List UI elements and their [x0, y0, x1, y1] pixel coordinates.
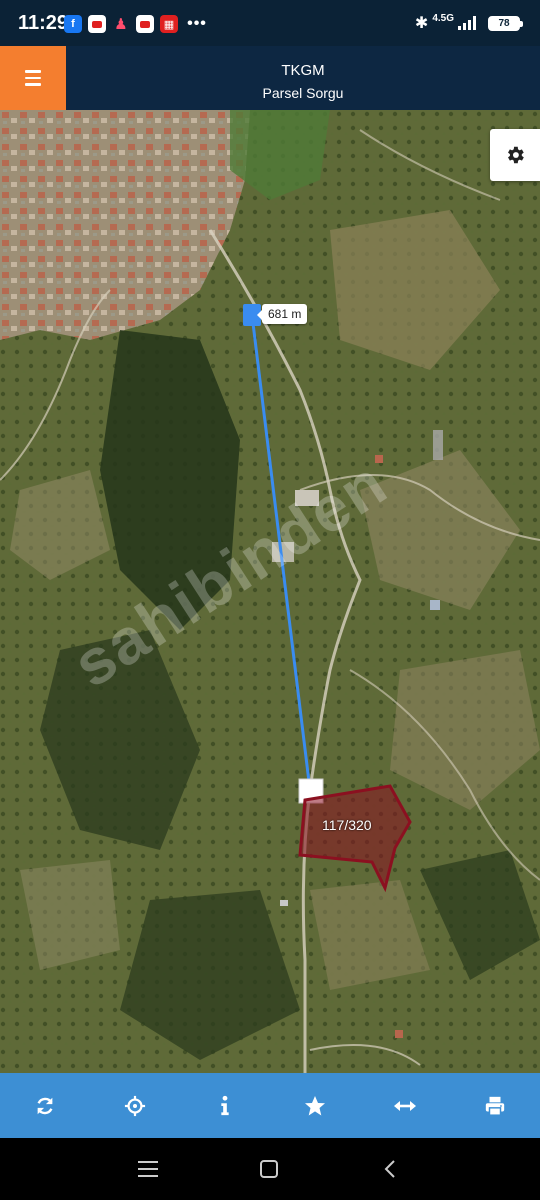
measure-button[interactable]: [375, 1076, 435, 1136]
signal-icon: [458, 16, 476, 30]
info-button[interactable]: [195, 1076, 255, 1136]
hamburger-icon: [25, 70, 41, 73]
status-time: 11:29: [18, 12, 69, 34]
app-header: TKGM Parsel Sorgu: [0, 46, 540, 110]
battery-icon: 78: [488, 15, 523, 31]
status-bar: 11:29 f ♟ ▦ ••• ✱ 4.5G 78: [0, 0, 540, 46]
refresh-icon: [37, 1097, 53, 1114]
system-icons: ✱ 4.5G 78: [414, 12, 523, 33]
locate-icon: [124, 1095, 146, 1116]
favorite-star-icon: [305, 1095, 325, 1115]
locate-button[interactable]: [105, 1076, 165, 1136]
settings-button[interactable]: [490, 129, 540, 181]
recent-apps-button[interactable]: [133, 1156, 163, 1182]
app-icon: ▦: [160, 15, 178, 33]
back-button[interactable]: [375, 1156, 405, 1182]
info-icon: [221, 1095, 229, 1115]
measure-icon: [394, 1100, 416, 1111]
back-icon: [384, 1160, 395, 1178]
print-button[interactable]: [465, 1076, 525, 1136]
facebook-icon: f: [64, 15, 82, 33]
menu-button[interactable]: [0, 46, 66, 110]
gear-icon: [508, 146, 524, 164]
bottom-toolbar: [0, 1073, 540, 1138]
app-title: TKGM: [281, 62, 325, 79]
app-subtitle: Parsel Sorgu: [262, 85, 344, 101]
system-navbar: [0, 1138, 540, 1200]
satellite-map[interactable]: sahibinden 681 m 117/320: [0, 110, 540, 1073]
home-icon: [260, 1160, 278, 1178]
youtube-icon: [136, 15, 154, 33]
favorite-button[interactable]: [285, 1076, 345, 1136]
notification-icons: f ♟ ▦ •••: [64, 15, 210, 33]
distance-label: 681 m: [256, 304, 308, 324]
bluetooth-icon: ✱: [414, 15, 429, 32]
print-icon: [485, 1096, 505, 1116]
parcel-label: 117/320: [322, 817, 372, 833]
more-dots-icon: •••: [187, 15, 207, 32]
refresh-button[interactable]: [15, 1076, 75, 1136]
network-type: 4.5G: [432, 12, 454, 24]
home-button[interactable]: [254, 1156, 284, 1182]
recent-apps-icon: [138, 1161, 158, 1177]
youtube-icon: [88, 15, 106, 33]
person-icon: ♟: [114, 16, 128, 33]
